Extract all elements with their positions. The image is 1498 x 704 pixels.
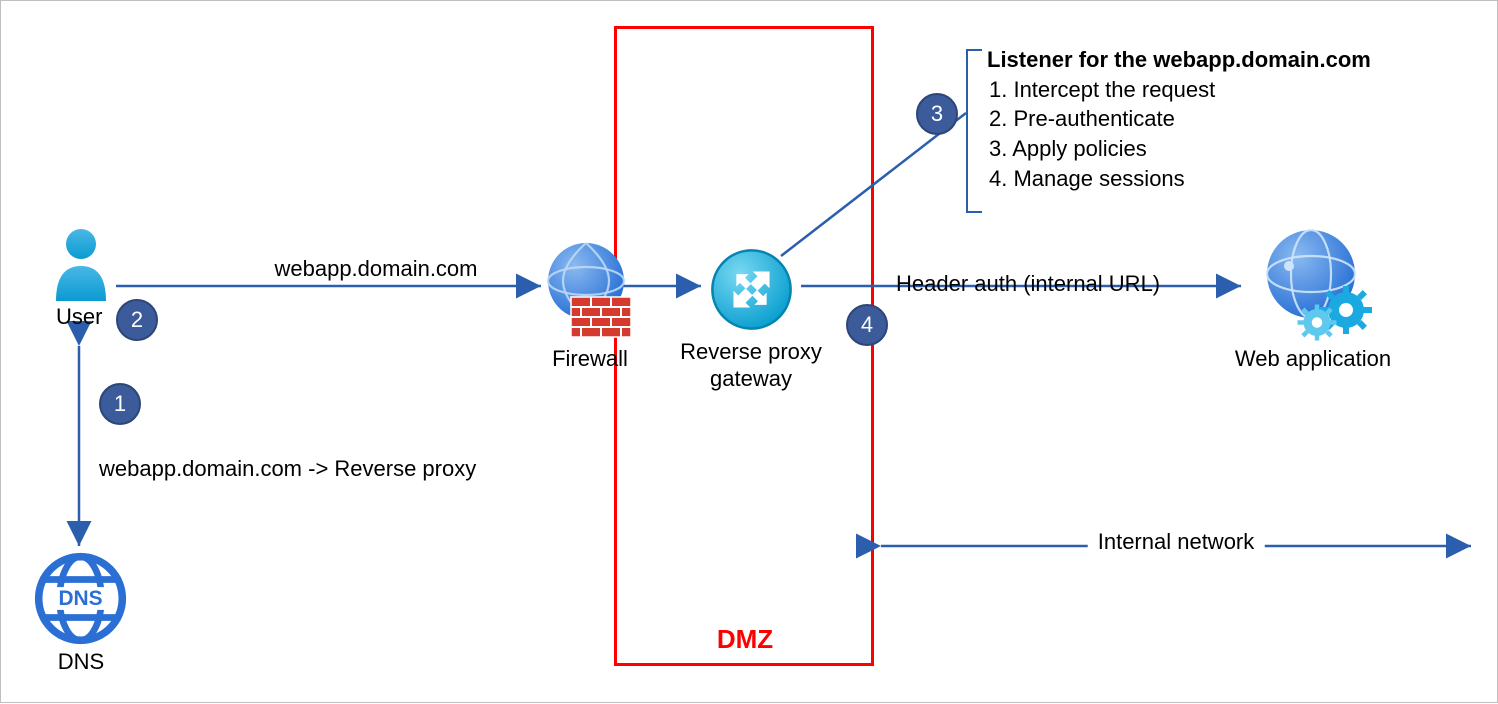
listener-box: Listener for the webapp.domain.com 1. In… — [987, 45, 1371, 193]
edge-user-firewall: webapp.domain.com — [274, 256, 477, 282]
proxy-icon — [709, 247, 794, 337]
listener-title: Listener for the webapp.domain.com — [987, 45, 1371, 75]
user-icon — [51, 226, 111, 306]
internal-network-label: Internal network — [1088, 529, 1265, 555]
proxy-label-2: gateway — [710, 366, 792, 392]
step-3-badge: 3 — [916, 93, 958, 135]
listener-item-4: 4. Manage sessions — [989, 164, 1371, 194]
svg-text:DNS: DNS — [58, 587, 102, 610]
step-4-badge: 4 — [846, 304, 888, 346]
user-label: User — [56, 304, 102, 330]
listener-item-3: 3. Apply policies — [989, 134, 1371, 164]
step-2-badge: 2 — [116, 299, 158, 341]
dns-label: DNS — [58, 649, 104, 675]
step-1-badge: 1 — [99, 383, 141, 425]
diagram-canvas: DMZ Use — [0, 0, 1498, 703]
dns-icon: DNS — [33, 551, 128, 651]
edge-proxy-app: Header auth (internal URL) — [896, 271, 1160, 297]
proxy-label-1: Reverse proxy — [680, 339, 822, 365]
dmz-label: DMZ — [717, 624, 773, 655]
firewall-label: Firewall — [552, 346, 628, 372]
edge-dns-resolution: webapp.domain.com -> Reverse proxy — [99, 456, 476, 482]
listener-bracket — [966, 49, 982, 213]
webapp-icon — [1256, 226, 1376, 346]
listener-item-2: 2. Pre-authenticate — [989, 104, 1371, 134]
listener-item-1: 1. Intercept the request — [989, 75, 1371, 105]
firewall-icon — [541, 239, 641, 349]
webapp-label: Web application — [1235, 346, 1391, 372]
